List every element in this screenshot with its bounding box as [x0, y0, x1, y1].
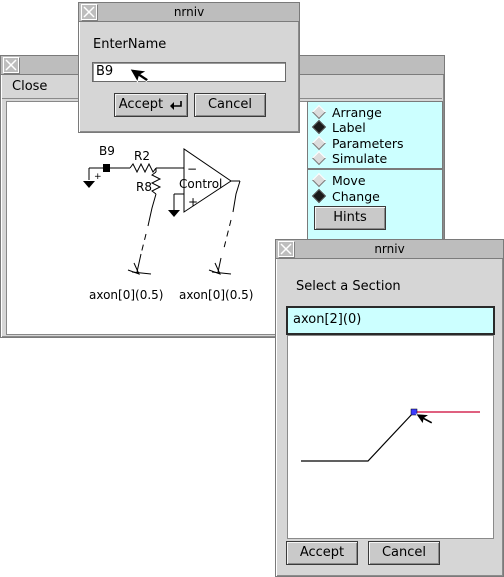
close-icon[interactable]	[3, 57, 19, 73]
radio-on-icon	[311, 119, 327, 135]
circuit-diagram: B9 + R2 R8 Control − + axon[0](0.5) axon…	[83, 144, 253, 302]
radio-off-icon	[311, 104, 327, 120]
amp-minus-sign: −	[187, 162, 197, 176]
name-input[interactable]: B9	[92, 62, 286, 82]
section-cancel-button[interactable]: Cancel	[368, 541, 440, 565]
probe-label[interactable]: B9	[99, 144, 115, 158]
mouse-pointer-icon	[415, 413, 433, 425]
hints-button[interactable]: Hints	[314, 206, 386, 230]
select-section-titlebar[interactable]: nrniv	[276, 240, 503, 259]
enter-arrow-icon	[170, 100, 183, 110]
section-shape-canvas[interactable]	[287, 335, 494, 539]
menu-close[interactable]: Close	[12, 79, 47, 94]
resistor-r8-label[interactable]: R8	[136, 180, 152, 194]
radio-off-icon	[311, 172, 327, 188]
radio-off-icon	[311, 135, 327, 151]
select-section-dialog: nrniv Select a Section axon[2](0) Accept…	[275, 239, 504, 577]
resistor-r2-label[interactable]: R2	[134, 149, 150, 163]
amp-plus-sign: +	[188, 195, 198, 209]
electrode-right-label[interactable]: axon[0](0.5)	[179, 288, 253, 302]
selected-section-value: axon[2](0)	[293, 312, 362, 327]
dialog-title: nrniv	[374, 242, 405, 256]
select-section-prompt: Select a Section	[296, 279, 401, 294]
radio-on-icon	[311, 188, 327, 204]
circuit-canvas[interactable]: B9 + R2 R8 Control − + axon[0](0.5) axon…	[6, 101, 308, 335]
enter-name-titlebar[interactable]: nrniv	[79, 3, 299, 22]
dialog-title: nrniv	[173, 5, 205, 19]
accept-button[interactable]: Accept	[114, 93, 188, 117]
mode-panel: Arrange Label Parameters Simulate	[307, 101, 443, 169]
mouse-pointer-icon	[129, 68, 148, 84]
small-plus-sign: +	[94, 172, 102, 182]
cancel-button[interactable]: Cancel	[194, 93, 266, 117]
enter-name-dialog: nrniv EnterName B9 Accept Cancel	[78, 2, 300, 133]
enter-name-prompt: EnterName	[93, 37, 167, 52]
selected-section-field[interactable]: axon[2](0)	[286, 306, 495, 335]
name-input-value: B9	[96, 64, 114, 79]
section-shape-plot	[301, 408, 480, 462]
electrode-left-label[interactable]: axon[0](0.5)	[89, 288, 163, 302]
amplifier-label[interactable]: Control	[179, 177, 222, 191]
radio-off-icon	[311, 150, 327, 166]
section-accept-button[interactable]: Accept	[286, 541, 358, 565]
